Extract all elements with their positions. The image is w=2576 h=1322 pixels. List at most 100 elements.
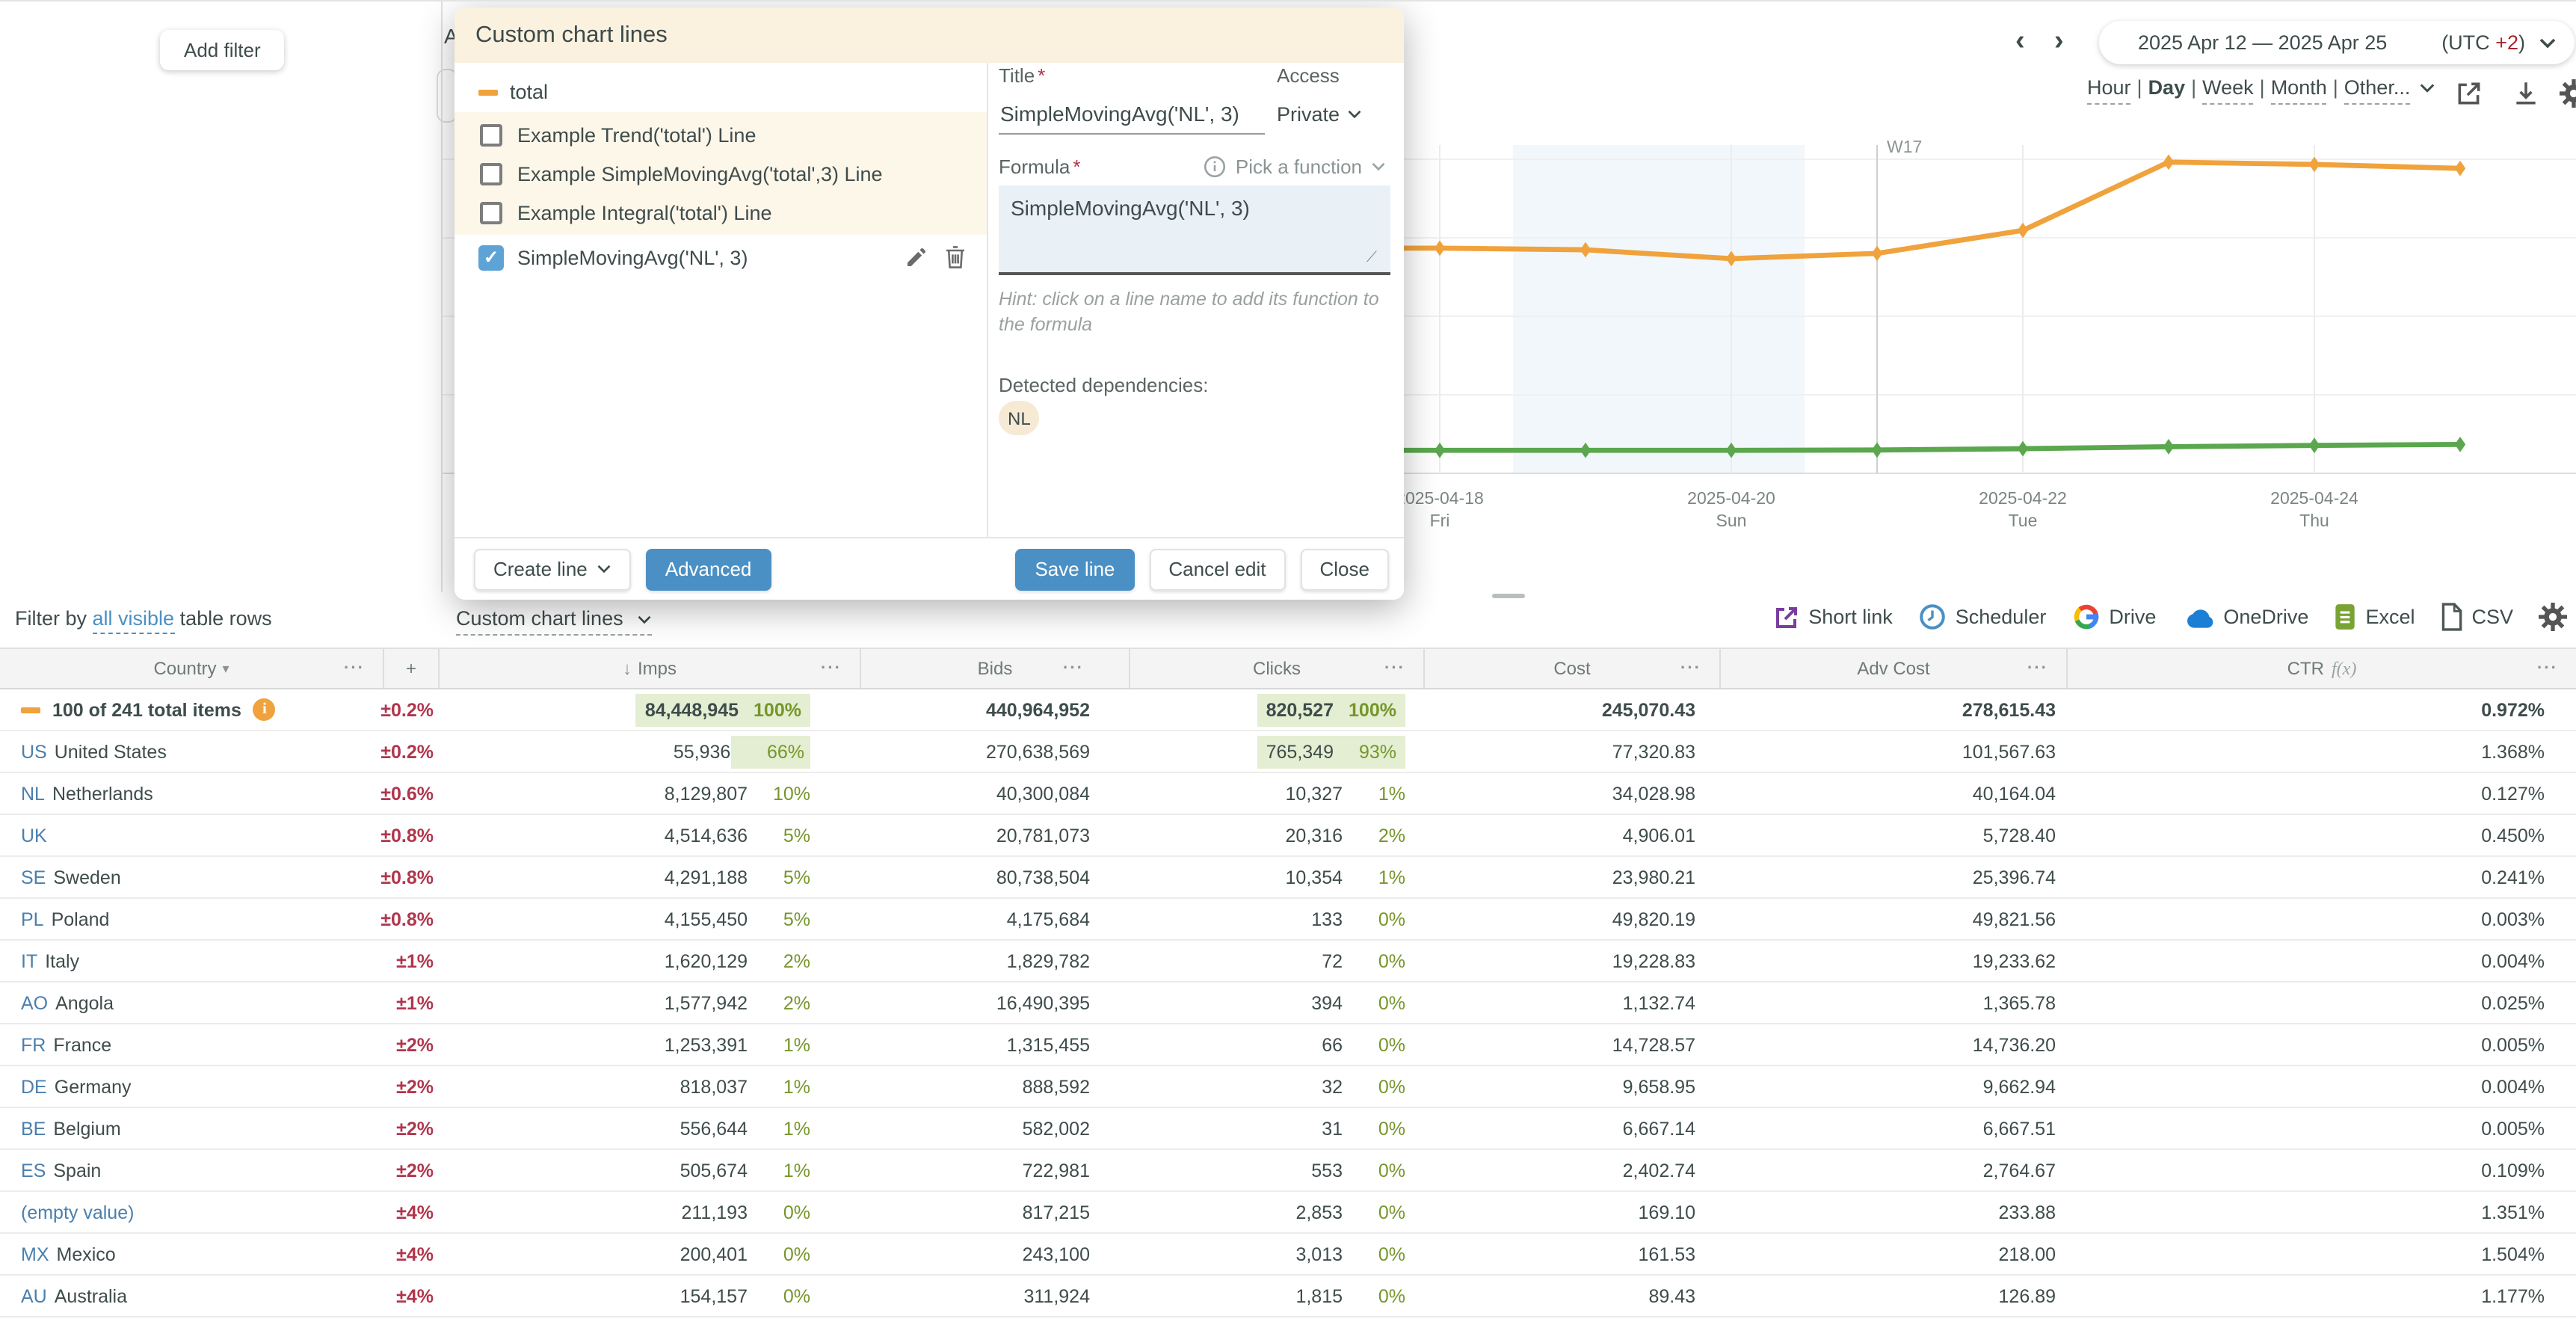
export-chart-icon[interactable] — [2455, 79, 2483, 108]
column-menu-icon[interactable]: ··· — [821, 660, 842, 677]
filter-panel: Add filter — [0, 1, 443, 592]
column-menu-icon[interactable]: ··· — [1384, 660, 1405, 677]
edit-pencil-icon[interactable] — [905, 245, 928, 269]
next-range-button[interactable]: › — [2054, 25, 2064, 58]
column-menu-icon[interactable]: ··· — [1680, 660, 1701, 677]
checkbox-checked-icon[interactable]: ✓ — [478, 245, 504, 270]
data-point-marker — [2455, 437, 2465, 452]
panel-resize-handle[interactable] — [1492, 594, 1525, 598]
granularity-month[interactable]: Month — [2271, 76, 2327, 105]
ctr-cell: 1.504% — [2066, 1234, 2576, 1274]
checkbox-unchecked-icon[interactable] — [480, 201, 502, 224]
column-menu-icon[interactable]: ··· — [2537, 660, 2558, 677]
country-code-link[interactable]: IT — [21, 950, 37, 971]
granularity-hour[interactable]: Hour — [2087, 76, 2131, 105]
date-range-picker[interactable]: 2025 Apr 12 — 2025 Apr 25 (UTC +2) — [2099, 21, 2575, 64]
chevron-down-icon — [1371, 162, 1386, 172]
custom-chart-lines-dropdown[interactable]: Custom chart lines — [456, 607, 651, 636]
clicks-cell: 765,34993% — [1129, 731, 1423, 772]
advanced-button[interactable]: Advanced — [646, 548, 771, 590]
granularity-week[interactable]: Week — [2202, 76, 2254, 105]
country-code-link[interactable]: UK — [21, 825, 47, 846]
ctr-cell: 0.972% — [2066, 689, 2576, 730]
excel-button[interactable]: Excel — [2334, 603, 2415, 631]
cancel-edit-button[interactable]: Cancel edit — [1149, 548, 1285, 590]
granularity-other[interactable]: Other... — [2344, 76, 2411, 105]
csv-button[interactable]: CSV — [2440, 603, 2513, 631]
all-visible-link[interactable]: all visible — [93, 607, 175, 634]
create-line-button[interactable]: Create line — [474, 548, 631, 590]
series-legend-item[interactable]: total — [455, 63, 987, 112]
add-filter-button[interactable]: Add filter — [160, 30, 285, 70]
imps-cell: 818,0371% — [438, 1066, 860, 1107]
pick-a-function-dropdown[interactable]: Pick a function — [1204, 156, 1386, 178]
table-row[interactable]: AOAngola±1%1,577,9422%16,490,3953940%1,1… — [0, 983, 2576, 1024]
country-code-link[interactable]: AU — [21, 1285, 47, 1306]
column-menu-icon[interactable]: ··· — [344, 660, 365, 677]
delete-trash-icon[interactable] — [945, 245, 966, 269]
download-chart-icon[interactable] — [2512, 79, 2540, 108]
formula-textarea[interactable]: SimpleMovingAvg('NL', 3) — [999, 185, 1390, 275]
table-row[interactable]: MXMexico±4%200,4010%243,1003,0130%161.53… — [0, 1234, 2576, 1276]
drive-button[interactable]: Drive — [2071, 603, 2156, 631]
country-code-link[interactable]: AO — [21, 992, 48, 1013]
column-header-imps[interactable]: ↓Imps··· — [438, 649, 860, 688]
country-code-link[interactable]: ES — [21, 1160, 46, 1181]
column-menu-icon[interactable]: ··· — [2027, 660, 2048, 677]
country-code-link[interactable]: NL — [21, 783, 45, 804]
table-row[interactable]: ITItaly±1%1,620,1292%1,829,782720%19,228… — [0, 941, 2576, 983]
separator: | — [2131, 76, 2148, 99]
column-header-bids[interactable]: Bids··· — [860, 649, 1129, 688]
uncertainty-cell: ±2% — [383, 1066, 438, 1107]
scheduler-clock-icon — [1918, 603, 1947, 631]
column-menu-icon[interactable]: ··· — [1063, 660, 1084, 677]
table-row[interactable]: USUnited States±0.2%55,936,79966%270,638… — [0, 731, 2576, 773]
country-code-link[interactable]: BE — [21, 1118, 46, 1139]
save-line-button[interactable]: Save line — [1015, 548, 1134, 590]
title-input[interactable] — [999, 96, 1265, 135]
table-row[interactable]: UK±0.8%4,514,6365%20,781,07320,3162%4,90… — [0, 815, 2576, 857]
chart-line-item-unchecked[interactable]: Example Integral('total') Line — [455, 193, 987, 232]
country-code-link[interactable]: PL — [21, 909, 44, 929]
column-header-ctr[interactable]: CTRf(x)··· — [2066, 649, 2576, 688]
add-column-button[interactable]: + — [383, 649, 438, 688]
country-code-link[interactable]: SE — [21, 867, 46, 888]
chart-line-item-unchecked[interactable]: Example Trend('total') Line — [455, 115, 987, 154]
value: 211,193 — [681, 1202, 748, 1223]
checkbox-unchecked-icon[interactable] — [480, 162, 502, 185]
table-row[interactable]: ESSpain±2%505,6741%722,9815530%2,402.742… — [0, 1150, 2576, 1192]
prev-range-button[interactable]: ‹ — [2015, 25, 2025, 58]
country-code-link[interactable]: DE — [21, 1076, 47, 1097]
column-header-adv-cost[interactable]: Adv Cost··· — [1719, 649, 2066, 688]
table-row[interactable]: PLPoland±0.8%4,155,4505%4,175,6841330%49… — [0, 899, 2576, 941]
table-row[interactable]: SESweden±0.8%4,291,1885%80,738,50410,354… — [0, 857, 2576, 899]
country-code-link[interactable]: US — [21, 741, 47, 762]
column-header-clicks[interactable]: Clicks··· — [1129, 649, 1423, 688]
chart-settings-gear-icon[interactable] — [2560, 79, 2576, 108]
table-row[interactable]: BEBelgium±2%556,6441%582,002310%6,667.14… — [0, 1108, 2576, 1150]
table-total-row[interactable]: 100 of 241 total itemsi±0.2%84,448,94510… — [0, 689, 2576, 731]
granularity-day[interactable]: Day — [2148, 76, 2186, 99]
table-row[interactable]: (empty value)±4%211,1930%817,2152,8530%1… — [0, 1192, 2576, 1234]
country-code-link[interactable]: (empty value) — [21, 1202, 134, 1223]
column-header-cost[interactable]: Cost··· — [1423, 649, 1719, 688]
country-code-link[interactable]: FR — [21, 1034, 46, 1055]
onedrive-button[interactable]: OneDrive — [2181, 606, 2308, 628]
table-row[interactable]: NLNetherlands±0.6%8,129,80710%40,300,084… — [0, 773, 2576, 815]
chart-line-item-checked[interactable]: ✓SimpleMovingAvg('NL', 3) — [455, 235, 987, 280]
table-settings-gear-icon[interactable] — [2539, 603, 2567, 631]
scheduler-button[interactable]: Scheduler — [1918, 603, 2047, 631]
checkbox-unchecked-icon[interactable] — [480, 123, 502, 146]
short-link-button[interactable]: Short link — [1772, 603, 1893, 630]
access-select[interactable]: Private — [1277, 103, 1362, 126]
table-row[interactable]: AUAustralia±4%154,1570%311,9241,8150%89.… — [0, 1276, 2576, 1318]
dependency-chip[interactable]: NL — [999, 401, 1040, 435]
column-header-country[interactable]: Country▾··· — [0, 649, 383, 688]
country-code-link[interactable]: MX — [21, 1243, 49, 1264]
action-label: Scheduler — [1956, 606, 2047, 628]
chart-line-item-unchecked[interactable]: Example SimpleMovingAvg('total',3) Line — [455, 154, 987, 193]
info-icon[interactable]: i — [253, 698, 276, 721]
table-row[interactable]: DEGermany±2%818,0371%888,592320%9,658.95… — [0, 1066, 2576, 1108]
close-button[interactable]: Close — [1301, 548, 1390, 590]
table-row[interactable]: FRFrance±2%1,253,3911%1,315,455660%14,72… — [0, 1024, 2576, 1066]
